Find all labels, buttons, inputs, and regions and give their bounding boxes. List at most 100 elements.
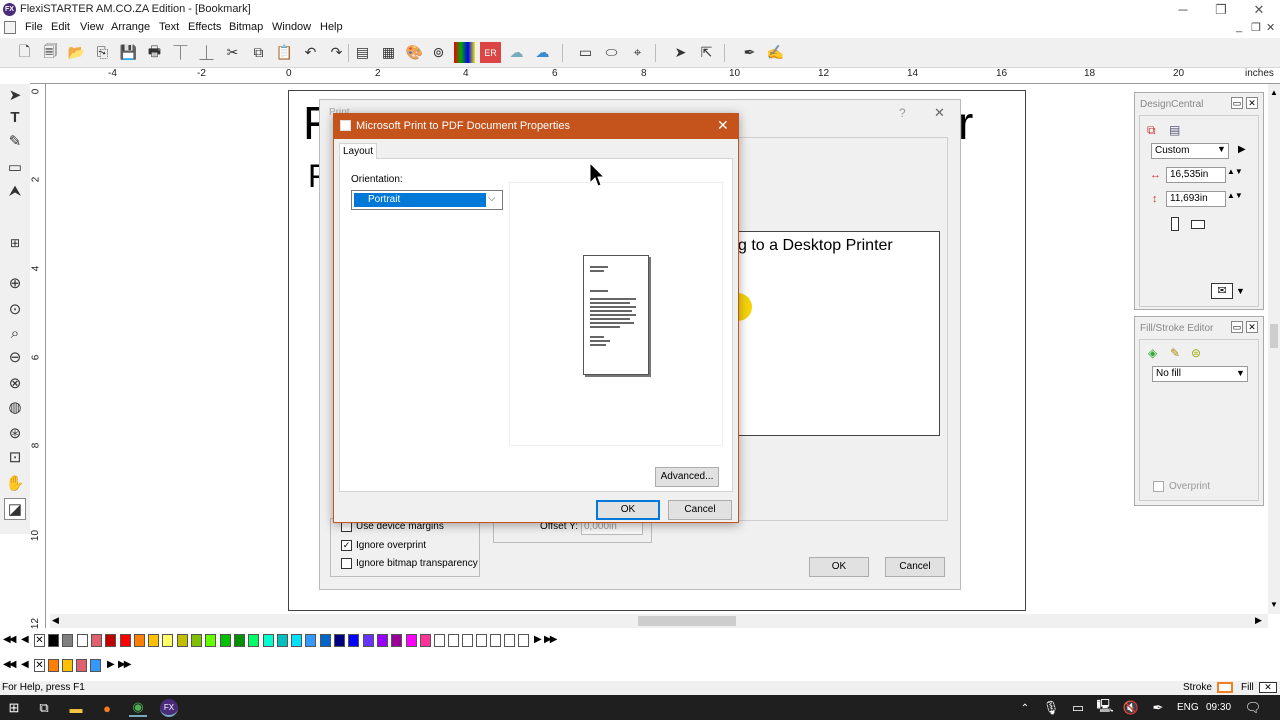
scroll-up-icon[interactable]: ▲ xyxy=(1270,88,1278,97)
panel-maximize-button[interactable]: ▭ xyxy=(1231,97,1243,109)
menu-edit[interactable]: Edit xyxy=(51,21,70,33)
file-explorer-icon[interactable]: ▬ xyxy=(67,699,85,717)
save-icon[interactable]: 💾 xyxy=(118,42,139,63)
advanced-button[interactable]: Advanced... xyxy=(655,467,719,487)
recent-color-swatch[interactable] xyxy=(90,659,101,672)
zoom-in-tool-icon[interactable]: ⊕ xyxy=(4,272,26,294)
page-width-field[interactable]: 16,535in xyxy=(1166,167,1226,183)
panel-close-button[interactable]: ✕ xyxy=(1246,321,1258,333)
clock[interactable]: 09:30 xyxy=(1206,702,1231,713)
microphone-icon[interactable]: 🎙 xyxy=(1042,699,1060,717)
color-swatch[interactable] xyxy=(305,634,317,647)
measure-tool-icon[interactable]: ⊞ xyxy=(4,232,26,254)
color-swatch[interactable] xyxy=(262,634,274,647)
zoom-previous-tool-icon[interactable]: ◍ xyxy=(4,396,26,418)
color-swatch[interactable] xyxy=(276,634,288,647)
print-help-button[interactable]: ? xyxy=(899,106,906,120)
panel-close-button[interactable]: ✕ xyxy=(1246,97,1258,109)
color-swatch[interactable] xyxy=(205,634,217,647)
print-ok-button[interactable]: OK xyxy=(809,557,869,577)
chevron-down-icon[interactable]: ▼ xyxy=(1236,286,1245,296)
orientation-select[interactable]: Portrait ⌵ xyxy=(351,190,503,210)
color-palette-icon[interactable]: 🎨 xyxy=(404,42,425,63)
menu-bitmap[interactable]: Bitmap xyxy=(229,21,263,33)
eyedropper-tool-icon[interactable]: ◪ xyxy=(4,498,26,520)
no-color-swatch[interactable]: ✕ xyxy=(34,634,45,647)
properties-close-button[interactable]: ✕ xyxy=(717,117,729,134)
select-tool-icon[interactable]: ➤ xyxy=(4,84,26,106)
palette-first-icon[interactable]: ◀◀ xyxy=(3,659,16,670)
color-swatch[interactable] xyxy=(348,634,360,647)
print-icon[interactable]: 🖶 xyxy=(144,42,165,63)
color-swatch[interactable] xyxy=(105,634,117,647)
menu-text[interactable]: Text xyxy=(159,21,179,33)
pen-tool-icon[interactable]: ✒ xyxy=(739,42,760,63)
bezier-icon[interactable]: ✍ xyxy=(765,42,786,63)
zoom-out-tool-icon[interactable]: ⊖ xyxy=(4,346,26,368)
color-swatch[interactable] xyxy=(233,634,245,647)
empty-swatch[interactable] xyxy=(434,634,445,647)
color-swatch[interactable] xyxy=(391,634,403,647)
color-swatch[interactable] xyxy=(334,634,345,647)
properties-ok-button[interactable]: OK xyxy=(596,500,660,520)
palette-first-icon[interactable]: ◀◀ xyxy=(3,634,16,645)
print-close-button[interactable]: ✕ xyxy=(934,105,945,121)
color-swatch[interactable] xyxy=(191,634,202,647)
scroll-left-icon[interactable]: ◀ xyxy=(52,615,59,626)
production-icon[interactable]: ⏊ xyxy=(196,42,217,63)
zoom-page-tool-icon[interactable]: ⌕ xyxy=(4,322,26,344)
zoom-select-tool-icon[interactable]: ⊙ xyxy=(4,298,26,320)
color-swatch[interactable] xyxy=(119,634,131,647)
stroke-color-swatch[interactable] xyxy=(1217,682,1233,693)
properties-cancel-button[interactable]: Cancel xyxy=(668,500,732,520)
tab-layout[interactable]: Layout xyxy=(339,143,377,159)
overprint-checkbox[interactable] xyxy=(1153,481,1164,492)
properties-icon[interactable]: ▤ xyxy=(352,42,373,63)
cut-icon[interactable]: ✂ xyxy=(222,42,243,63)
job-icon[interactable]: ▦ xyxy=(378,42,399,63)
copy-icon[interactable]: ⧉ xyxy=(248,42,269,63)
color-swatch[interactable] xyxy=(419,634,431,647)
empty-swatch[interactable] xyxy=(462,634,473,647)
recent-color-swatch[interactable] xyxy=(76,659,87,672)
palette-prev-icon[interactable]: ◀ xyxy=(21,634,29,645)
palette-prev-icon[interactable]: ◀ xyxy=(21,659,29,670)
ignore-overprint-checkbox[interactable]: ✓ xyxy=(341,540,352,551)
color-swatch[interactable] xyxy=(148,634,160,647)
color-swatch[interactable] xyxy=(248,634,260,647)
landscape-orientation-icon[interactable] xyxy=(1191,220,1205,229)
cloud-icon[interactable]: ☁ xyxy=(506,42,527,63)
color-swatch[interactable] xyxy=(62,634,74,647)
mdi-restore-button[interactable]: ❐ xyxy=(1251,21,1261,34)
recent-color-swatch[interactable] xyxy=(48,659,59,672)
object-properties-icon[interactable]: ⧉ xyxy=(1147,123,1156,138)
cloud-upload-icon[interactable]: ☁ xyxy=(532,42,553,63)
portrait-orientation-icon[interactable] xyxy=(1171,217,1179,231)
recent-color-swatch[interactable] xyxy=(62,659,73,672)
palette-next-icon[interactable]: ▶ xyxy=(107,659,115,670)
minimize-button[interactable]: ─ xyxy=(1164,0,1202,19)
ellipse-icon[interactable]: ⬭ xyxy=(601,42,622,63)
task-view-icon[interactable]: ⧉ xyxy=(35,699,53,717)
zoom-region-tool-icon[interactable]: ⊡ xyxy=(4,446,26,468)
bezier-tool-icon[interactable]: ✎ xyxy=(4,130,26,152)
zoom-selected-tool-icon[interactable]: ⊛ xyxy=(4,422,26,444)
node-tool-icon[interactable]: ⮝ xyxy=(4,180,26,202)
arrow-right-icon[interactable]: ▶ xyxy=(1238,144,1246,155)
mdi-close-button[interactable]: ✕ xyxy=(1266,21,1275,34)
palette-last-icon[interactable]: ▶▶ xyxy=(118,659,131,670)
color-swatch[interactable] xyxy=(90,634,102,647)
zoom-all-tool-icon[interactable]: ⊗ xyxy=(4,372,26,394)
horizontal-scrollbar[interactable]: ◀ ▶ xyxy=(50,614,1268,628)
print-cancel-button[interactable]: Cancel xyxy=(885,557,945,577)
envelope-icon[interactable]: ✉ xyxy=(1211,283,1233,299)
pan-tool-icon[interactable]: ✋ xyxy=(4,472,26,494)
menu-arrange[interactable]: Arrange xyxy=(111,21,150,33)
color-picker-icon[interactable]: ⊚ xyxy=(428,42,449,63)
color-swatch[interactable] xyxy=(362,634,374,647)
open-icon[interactable]: 📂 xyxy=(66,42,87,63)
height-spinner[interactable]: ▲▼ xyxy=(1227,191,1243,200)
crosshair-icon[interactable]: ⌖ xyxy=(627,42,648,63)
color-swatch[interactable] xyxy=(376,634,388,647)
network-icon[interactable]: 🖳 xyxy=(1096,698,1114,717)
